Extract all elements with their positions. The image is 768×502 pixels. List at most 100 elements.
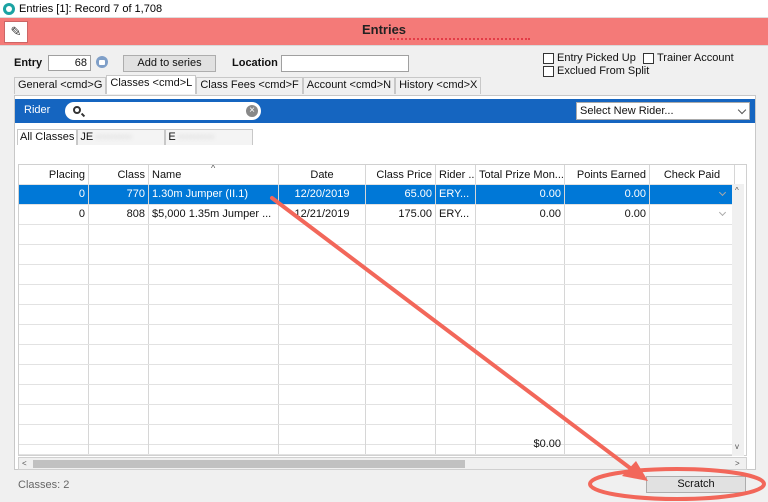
vertical-scrollbar[interactable]: ^ v [732,184,744,456]
subtab-rider-1[interactable]: JE ·········· [77,129,166,145]
tab-class-fees[interactable]: Class Fees <cmd>F [196,77,303,94]
search-icon [73,106,81,114]
col-rider[interactable]: Rider ... [436,165,476,184]
rider-toolbar: Rider × Select New Rider... [15,99,755,123]
classes-panel: Rider × Select New Rider... All Classes … [14,95,756,470]
trainer-account-label: Trainer Account [657,52,734,64]
cell-class: 808 [89,205,149,224]
scratch-button[interactable]: Scratch [646,476,746,493]
tab-history[interactable]: History <cmd>X [395,77,482,94]
col-placing[interactable]: Placing [19,165,89,184]
col-date[interactable]: Date [279,165,366,184]
subtab-rider-2[interactable]: E ·········· [165,129,254,145]
empty-row [19,385,735,405]
add-to-series-button[interactable]: Add to series [123,55,216,72]
select-new-rider-value: Select New Rider... [580,105,674,117]
horizontal-scrollbar[interactable]: < > [18,457,747,470]
empty-row [19,325,735,345]
cell-total-prize: 0.00 [476,205,565,224]
scroll-down-icon[interactable]: v [735,442,739,451]
subtab-rider-1-label: JE [80,131,94,143]
location-label: Location [232,57,278,69]
scroll-left-icon[interactable]: < [22,459,27,468]
banner-redacted-text [390,38,530,42]
cell-check-paid[interactable] [650,185,735,204]
scroll-right-icon[interactable]: > [735,459,740,468]
cell-date: 12/21/2019 [279,205,366,224]
classes-grid: Placing Class Name ^ Date Class Price Ri… [18,164,747,456]
rider-search-input[interactable]: × [65,102,261,120]
redacted-text: ·········· [177,131,215,143]
cell-rider: ERY... [436,205,476,224]
empty-row [19,245,735,265]
empty-row [19,285,735,305]
entry-label: Entry [14,57,43,69]
scroll-up-icon[interactable]: ^ [735,186,739,195]
col-class-price[interactable]: Class Price [366,165,436,184]
checkbox-box[interactable] [543,52,554,64]
select-new-rider-dropdown[interactable]: Select New Rider... [576,102,750,120]
checkbox-box[interactable] [643,52,654,64]
table-row[interactable]: 0 770 1.30m Jumper (II.1) 12/20/2019 65.… [19,185,735,205]
col-name-label: Name [152,169,182,181]
cell-name: $5,000 1.35m Jumper ... [149,205,279,224]
redacted-text: ·········· [95,131,132,143]
cell-placing: 0 [19,205,89,224]
col-total-prize[interactable]: Total Prize Mon... [476,165,565,184]
cell-class-price: 65.00 [366,185,436,204]
window-title: Entries [1]: Record 7 of 1,708 [19,2,163,15]
cell-points-earned: 0.00 [565,205,650,224]
chevron-down-icon [718,208,727,217]
entry-number-field[interactable]: 68 [48,55,91,71]
excluded-from-split-label: Exclued From Split [557,65,650,77]
empty-row [19,225,735,245]
checkbox-box[interactable] [543,65,554,77]
subtab-rider-2-label: E [168,131,176,143]
col-check-paid[interactable]: Check Paid [650,165,735,184]
empty-row [19,365,735,385]
cell-placing: 0 [19,185,89,204]
entry-picked-up-checkbox[interactable]: Entry Picked Up [543,52,636,64]
cell-total-prize: 0.00 [476,185,565,204]
rider-label: Rider [24,104,51,116]
tab-account[interactable]: Account <cmd>N [302,77,396,94]
entry-picked-up-label: Entry Picked Up [557,52,636,64]
main-tabs: General <cmd>G Classes <cmd>L Class Fees… [14,75,482,94]
excluded-from-split-checkbox[interactable]: Exclued From Split [543,65,649,77]
grid-header: Placing Class Name ^ Date Class Price Ri… [19,165,735,185]
cell-rider: ERY... [436,185,476,204]
empty-row [19,305,735,325]
empty-row [19,265,735,285]
trainer-account-checkbox[interactable]: Trainer Account [643,52,734,64]
cell-check-paid[interactable] [650,205,735,224]
totals-row: $0.00 [19,435,735,455]
rider-subtabs: All Classes JE ·········· E ·········· [17,129,254,145]
col-name[interactable]: Name ^ [149,165,279,184]
tab-general[interactable]: General <cmd>G [14,77,107,94]
chevron-down-icon [718,188,727,197]
classes-count: Classes: 2 [18,479,70,491]
sort-ascending-icon: ^ [211,165,216,173]
cell-name: 1.30m Jumper (II.1) [149,185,279,204]
cell-class: 770 [89,185,149,204]
location-field[interactable] [281,55,409,72]
col-class[interactable]: Class [89,165,149,184]
scroll-thumb[interactable] [33,460,465,468]
col-points-earned[interactable]: Points Earned [565,165,650,184]
cell-class-price: 175.00 [366,205,436,224]
page-title: Entries [361,22,407,37]
total-prize-sum: $0.00 [476,435,565,454]
app-icon [3,2,15,15]
cell-date: 12/20/2019 [279,185,366,204]
table-row[interactable]: 0 808 $5,000 1.35m Jumper ... 12/21/2019… [19,205,735,225]
cell-points-earned: 0.00 [565,185,650,204]
clear-icon[interactable]: × [246,105,258,117]
empty-row [19,345,735,365]
lock-icon[interactable] [96,56,108,68]
subtab-all-classes[interactable]: All Classes [17,129,78,145]
tab-classes[interactable]: Classes <cmd>L [106,75,197,94]
header-banner: ✎ Entries [0,18,768,46]
chevron-down-icon [737,105,747,115]
window-titlebar: Entries [1]: Record 7 of 1,708 [0,0,768,18]
empty-row [19,405,735,425]
